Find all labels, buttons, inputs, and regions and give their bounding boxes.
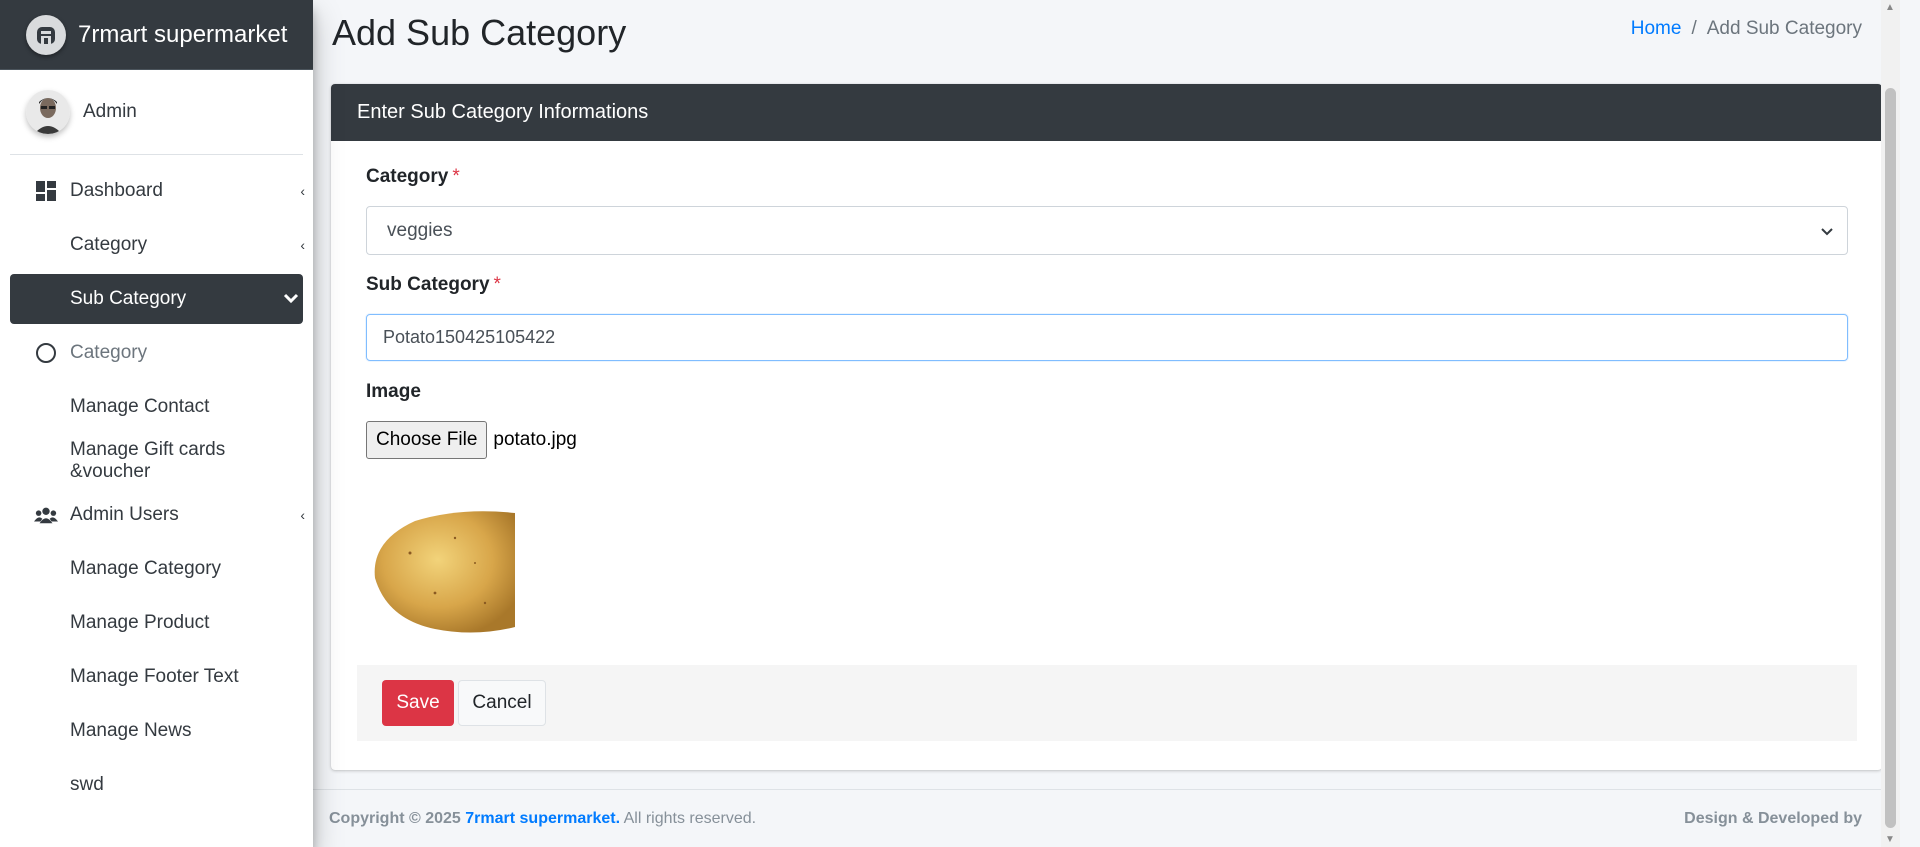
copyright-text: Copyright © 2025 7rmart supermarket. All…	[329, 810, 756, 828]
dashboard-icon	[34, 179, 58, 203]
sidebar-item-manage-footer-text[interactable]: Manage Footer Text	[10, 652, 303, 702]
user-name: Admin	[83, 101, 137, 122]
breadcrumb-separator: /	[1691, 18, 1697, 39]
category-label: Category *	[366, 166, 460, 188]
image-label: Image	[366, 381, 421, 402]
avatar	[26, 90, 70, 134]
sidebar-item-swd[interactable]: swd	[10, 760, 303, 810]
chevron-left-icon: ‹	[300, 237, 305, 253]
required-mark: *	[493, 274, 501, 295]
scroll-up-arrow-icon[interactable]: ▲	[1885, 2, 1895, 13]
sidebar-item-label: Dashboard	[70, 180, 163, 201]
category-select[interactable]: veggies	[366, 206, 1848, 255]
sidebar-item-label: Admin Users	[70, 504, 179, 525]
sidebar-item-label: Category	[70, 342, 148, 363]
card-header: Enter Sub Category Informations	[331, 84, 1882, 141]
sidebar-item-admin-users[interactable]: Admin Users ‹	[10, 490, 305, 540]
scroll-down-arrow-icon[interactable]: ▼	[1885, 834, 1895, 845]
sidebar-item-label: swd	[70, 774, 104, 795]
chevron-left-icon: ‹	[300, 183, 305, 199]
sidebar-item-label: Manage Gift cards &voucher	[70, 439, 226, 482]
choose-file-button[interactable]: Choose File	[366, 421, 488, 459]
subcategory-input[interactable]: Potato150425105422	[366, 314, 1848, 361]
chevron-left-icon: ‹	[300, 507, 305, 523]
user-panel[interactable]: Admin	[10, 70, 303, 155]
file-name: potato.jpg	[493, 429, 577, 450]
sidebar-item-manage-category[interactable]: Manage Category	[10, 544, 303, 594]
required-mark: *	[452, 166, 460, 187]
sidebar-item-label: Manage News	[70, 720, 192, 741]
sidebar-item-label: Manage Contact	[70, 396, 210, 417]
category-label-text: Category	[366, 166, 449, 187]
sidebar-item-label: Manage Product	[70, 612, 210, 633]
chevron-down-icon	[1821, 223, 1833, 239]
sidebar-item-dashboard[interactable]: Dashboard ‹	[10, 166, 305, 216]
sidebar-item-label: Sub Category	[70, 288, 187, 309]
subcategory-input-value: Potato150425105422	[383, 327, 556, 347]
chevron-down-icon	[283, 291, 299, 307]
image-preview	[365, 493, 515, 643]
circle-icon	[34, 341, 58, 365]
form-actions: Save Cancel	[357, 665, 1857, 741]
page-footer: Copyright © 2025 7rmart supermarket. All…	[313, 789, 1900, 847]
page-title: Add Sub Category	[332, 12, 627, 53]
sidebar-item-manage-product[interactable]: Manage Product	[10, 598, 303, 648]
breadcrumb-home-link[interactable]: Home	[1631, 18, 1682, 40]
sidebar-item-category[interactable]: Category ‹	[10, 220, 305, 270]
sidebar-item-label: Manage Footer Text	[70, 666, 239, 687]
save-button[interactable]: Save	[382, 680, 454, 726]
subcategory-label: Sub Category *	[366, 274, 501, 296]
sidebar-item-manage-gift-cards[interactable]: Manage Gift cards &voucher	[10, 436, 303, 486]
brand-name: 7rmart supermarket	[78, 20, 288, 48]
users-icon	[34, 503, 58, 527]
subcategory-label-text: Sub Category	[366, 274, 490, 295]
breadcrumb: Home / Add Sub Category	[1631, 18, 1862, 40]
sidebar: 7rmart supermarket Admin Dashboard ‹ Cat…	[0, 0, 313, 847]
main-content: Add Sub Category Home / Add Sub Category…	[313, 0, 1900, 847]
page-scrollbar[interactable]: ▲ ▼	[1881, 0, 1900, 847]
brand-link[interactable]: 7rmart supermarket	[0, 0, 313, 70]
footer-brand-link[interactable]: 7rmart supermarket.	[465, 810, 620, 827]
file-input: Choose File potato.jpg	[366, 421, 577, 459]
category-select-value: veggies	[387, 219, 453, 241]
sidebar-item-manage-contact[interactable]: Manage Contact	[10, 382, 303, 432]
scrollbar-thumb[interactable]	[1885, 88, 1896, 828]
brand-logo-icon	[26, 14, 66, 55]
form-card: Enter Sub Category Informations Category…	[331, 84, 1882, 770]
cancel-button[interactable]: Cancel	[458, 680, 546, 726]
sidebar-item-label: Category	[70, 234, 148, 255]
breadcrumb-current: Add Sub Category	[1706, 18, 1862, 39]
sidebar-item-manage-news[interactable]: Manage News	[10, 706, 303, 756]
sidebar-item-category-sub[interactable]: Category	[10, 328, 303, 378]
footer-credit: Design & Developed by	[1684, 810, 1862, 827]
footer-rights: All rights reserved.	[623, 810, 757, 827]
sidebar-item-sub-category[interactable]: Sub Category	[10, 274, 303, 324]
copyright-year: Copyright © 2025	[329, 810, 461, 827]
sidebar-nav: Dashboard ‹ Category ‹ Sub Category Cate…	[0, 155, 313, 810]
sidebar-item-label: Manage Category	[70, 558, 222, 579]
